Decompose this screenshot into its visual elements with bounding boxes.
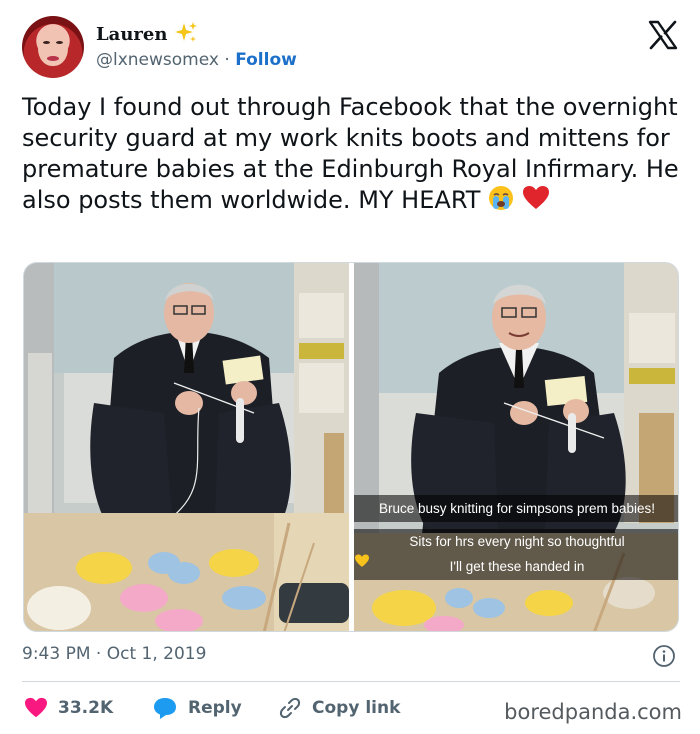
sparkle-icon — [175, 22, 197, 42]
tweet-time: 9:43 PM — [22, 644, 91, 664]
caption-3: I'll get these handed in — [449, 559, 585, 574]
handle-row: @lxnewsomex · Follow — [96, 50, 297, 70]
photo-knitting-left[interactable] — [24, 263, 349, 631]
tweet-date: Oct 1, 2019 — [106, 644, 207, 664]
yellow-heart-icon — [355, 554, 369, 567]
author-handle[interactable]: @lxnewsomex — [96, 50, 219, 70]
copy-link-label: Copy link — [312, 698, 401, 718]
author-name[interactable]: Lauren — [96, 24, 167, 45]
reply-bubble-icon — [154, 698, 176, 719]
watermark: boredpanda.com — [504, 700, 682, 724]
avatar[interactable] — [22, 16, 84, 78]
reply-button[interactable]: Reply — [152, 694, 242, 722]
red-heart-emoji-icon — [522, 186, 549, 209]
tweet-header: Lauren @lxnewsomex · Follow — [22, 16, 682, 80]
snap-caption-3: I'll get these handed in — [354, 554, 678, 580]
reply-label: Reply — [188, 698, 242, 718]
like-button[interactable]: 33.2K — [24, 694, 113, 722]
separator-dot: · — [95, 644, 102, 664]
photo-knitting-right[interactable]: Bruce busy knitting for simpsons prem ba… — [354, 263, 678, 631]
caption-2: Sits for hrs every night so thoughtful — [409, 534, 625, 549]
info-icon[interactable] — [652, 644, 676, 668]
follow-button[interactable]: Follow — [235, 50, 297, 70]
crying-face-emoji-icon — [489, 186, 514, 210]
copy-link-button[interactable]: Copy link — [278, 694, 400, 722]
like-count: 33.2K — [58, 698, 114, 718]
tweet-body: Today I found out through Facebook that … — [22, 93, 679, 214]
caption-1: Bruce busy knitting for simpsons prem ba… — [378, 501, 656, 516]
separator-dot: · — [224, 50, 230, 70]
tweet-text: Today I found out through Facebook that … — [22, 92, 682, 216]
avatar-lips — [47, 56, 59, 61]
knitting-photo-left — [24, 263, 349, 631]
media-grid[interactable]: Bruce busy knitting for simpsons prem ba… — [23, 262, 679, 632]
snap-caption-1: Bruce busy knitting for simpsons prem ba… — [354, 495, 678, 522]
avatar-eye — [43, 41, 50, 44]
link-icon — [279, 697, 301, 719]
heart-icon — [25, 697, 47, 718]
tweet-timestamp[interactable]: 9:43 PM · Oct 1, 2019 — [22, 644, 206, 664]
avatar-eye — [56, 41, 63, 44]
x-logo-icon[interactable] — [648, 20, 678, 50]
snap-caption-2: Sits for hrs every night so thoughtful — [354, 529, 678, 554]
divider — [22, 681, 680, 682]
